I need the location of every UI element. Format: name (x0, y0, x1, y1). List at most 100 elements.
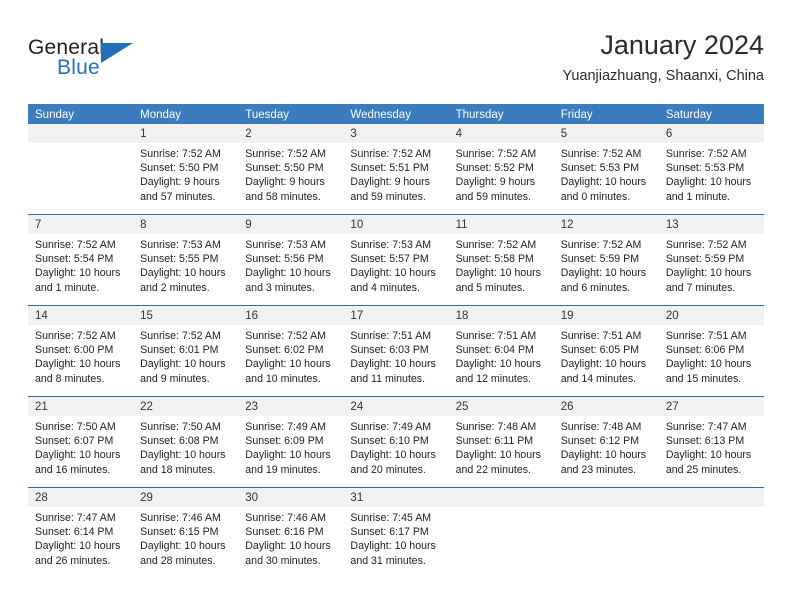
daylight-text-line1: Daylight: 10 hours (140, 540, 226, 553)
day-cell[interactable]: 22 Sunrise: 7:50 AM Sunset: 6:08 PM Dayl… (133, 397, 239, 487)
calendar-grid: Sunday Monday Tuesday Wednesday Thursday… (28, 104, 764, 578)
day-cell[interactable]: 3 Sunrise: 7:52 AM Sunset: 5:51 PM Dayli… (343, 124, 449, 214)
day-details: Sunrise: 7:50 AM Sunset: 6:08 PM Dayligh… (133, 416, 238, 477)
day-details: Sunrise: 7:52 AM Sunset: 6:00 PM Dayligh… (28, 325, 133, 386)
sunrise-text: Sunrise: 7:51 AM (560, 330, 642, 342)
triangle-icon (101, 43, 133, 63)
day-number: 13 (665, 219, 679, 231)
day-cell[interactable]: 17 Sunrise: 7:51 AM Sunset: 6:03 PM Dayl… (343, 306, 449, 396)
day-number-band: 30 (238, 488, 344, 507)
day-cell[interactable]: 25 Sunrise: 7:48 AM Sunset: 6:11 PM Dayl… (448, 397, 554, 487)
day-cell[interactable]: 20 Sunrise: 7:51 AM Sunset: 6:06 PM Dayl… (658, 306, 764, 396)
day-cell[interactable] (553, 488, 659, 578)
day-cell[interactable] (658, 488, 764, 578)
day-cell[interactable]: 29 Sunrise: 7:46 AM Sunset: 6:15 PM Dayl… (133, 488, 239, 578)
page-header: General Blue January 2024 Yuanjiazhuang,… (28, 28, 764, 98)
day-cell[interactable]: 31 Sunrise: 7:45 AM Sunset: 6:17 PM Dayl… (343, 488, 449, 578)
day-cell[interactable] (448, 488, 554, 578)
day-number: 26 (560, 401, 574, 413)
day-number-band: 9 (238, 215, 344, 234)
sunset-text: Sunset: 6:14 PM (35, 526, 114, 539)
daylight-text-line1: Daylight: 10 hours (665, 176, 752, 189)
day-number: 2 (245, 128, 252, 140)
sunrise-text: Sunrise: 7:52 AM (245, 148, 326, 160)
daylight-text-line1: Daylight: 10 hours (665, 358, 752, 371)
day-details: Sunrise: 7:47 AM Sunset: 6:14 PM Dayligh… (28, 507, 133, 568)
weekday-header-sunday: Sunday (35, 109, 75, 121)
day-cell[interactable]: 11 Sunrise: 7:52 AM Sunset: 5:58 PM Dayl… (448, 215, 554, 305)
daylight-text-line1: Daylight: 10 hours (35, 540, 121, 553)
day-cell[interactable]: 21 Sunrise: 7:50 AM Sunset: 6:07 PM Dayl… (28, 397, 134, 487)
day-number-band (28, 124, 134, 143)
day-number-band (658, 488, 764, 507)
daylight-text-line1: Daylight: 10 hours (350, 267, 436, 280)
day-details: Sunrise: 7:48 AM Sunset: 6:11 PM Dayligh… (449, 416, 554, 477)
day-cell[interactable]: 30 Sunrise: 7:46 AM Sunset: 6:16 PM Dayl… (238, 488, 344, 578)
day-cell[interactable]: 14 Sunrise: 7:52 AM Sunset: 6:00 PM Dayl… (28, 306, 134, 396)
day-number: 29 (140, 492, 153, 504)
day-number: 12 (560, 219, 574, 231)
day-number-band: 11 (448, 215, 554, 234)
sunrise-text: Sunrise: 7:52 AM (665, 148, 747, 160)
day-cell[interactable]: 13 Sunrise: 7:52 AM Sunset: 5:59 PM Dayl… (658, 215, 764, 305)
day-cell[interactable]: 6 Sunrise: 7:52 AM Sunset: 5:53 PM Dayli… (658, 124, 764, 214)
daylight-text-line2: and 3 minutes. (245, 281, 315, 294)
day-cell[interactable]: 27 Sunrise: 7:47 AM Sunset: 6:13 PM Dayl… (658, 397, 764, 487)
daylight-text-line2: and 28 minutes. (140, 554, 216, 567)
title-block: January 2024 Yuanjiazhuang, Shaanxi, Chi… (562, 28, 764, 87)
day-cell[interactable]: 10 Sunrise: 7:53 AM Sunset: 5:57 PM Dayl… (343, 215, 449, 305)
sunset-text: Sunset: 5:53 PM (560, 162, 640, 175)
sunrise-text: Sunrise: 7:45 AM (350, 512, 432, 524)
day-number-band: 14 (28, 306, 134, 325)
daylight-text-line2: and 20 minutes. (350, 463, 426, 476)
day-cell[interactable]: 12 Sunrise: 7:52 AM Sunset: 5:59 PM Dayl… (553, 215, 659, 305)
day-cell[interactable]: 26 Sunrise: 7:48 AM Sunset: 6:12 PM Dayl… (553, 397, 659, 487)
day-cell[interactable]: 18 Sunrise: 7:51 AM Sunset: 6:04 PM Dayl… (448, 306, 554, 396)
day-cell[interactable]: 28 Sunrise: 7:47 AM Sunset: 6:14 PM Dayl… (28, 488, 134, 578)
daylight-text-line1: Daylight: 10 hours (350, 449, 436, 462)
page-title: January 2024 (600, 30, 764, 60)
day-cell[interactable]: 9 Sunrise: 7:53 AM Sunset: 5:56 PM Dayli… (238, 215, 344, 305)
day-number-band: 22 (133, 397, 239, 416)
daylight-text-line1: Daylight: 10 hours (560, 358, 647, 371)
daylight-text-line2: and 10 minutes. (245, 372, 321, 385)
general-blue-logo[interactable]: General Blue (28, 36, 228, 92)
day-details: Sunrise: 7:52 AM Sunset: 5:59 PM Dayligh… (554, 234, 659, 295)
day-details: Sunrise: 7:51 AM Sunset: 6:06 PM Dayligh… (659, 325, 764, 386)
daylight-text-line2: and 2 minutes. (140, 281, 210, 294)
daylight-text-line1: Daylight: 10 hours (665, 267, 752, 280)
daylight-text-line2: and 12 minutes. (455, 372, 531, 385)
day-number: 9 (245, 219, 252, 231)
day-number: 24 (350, 401, 364, 413)
day-number: 4 (455, 128, 462, 140)
day-number-band: 26 (553, 397, 659, 416)
day-number: 31 (350, 492, 364, 504)
day-details: Sunrise: 7:46 AM Sunset: 6:15 PM Dayligh… (133, 507, 238, 568)
day-cell[interactable]: 24 Sunrise: 7:49 AM Sunset: 6:10 PM Dayl… (343, 397, 449, 487)
daylight-text-line2: and 6 minutes. (560, 281, 631, 294)
daylight-text-line1: Daylight: 10 hours (455, 267, 541, 280)
sunset-text: Sunset: 6:06 PM (665, 344, 745, 357)
day-number: 22 (140, 401, 153, 413)
daylight-text-line2: and 19 minutes. (245, 463, 321, 476)
day-cell[interactable]: 8 Sunrise: 7:53 AM Sunset: 5:55 PM Dayli… (133, 215, 239, 305)
day-cell[interactable]: 1 Sunrise: 7:52 AM Sunset: 5:50 PM Dayli… (133, 124, 239, 214)
day-cell[interactable]: 19 Sunrise: 7:51 AM Sunset: 6:05 PM Dayl… (553, 306, 659, 396)
day-number: 23 (245, 401, 259, 413)
daylight-text-line2: and 15 minutes. (665, 372, 742, 385)
day-number-band: 2 (238, 124, 344, 143)
day-cell[interactable]: 2 Sunrise: 7:52 AM Sunset: 5:50 PM Dayli… (238, 124, 344, 214)
day-cell[interactable]: 4 Sunrise: 7:52 AM Sunset: 5:52 PM Dayli… (448, 124, 554, 214)
day-cell[interactable]: 16 Sunrise: 7:52 AM Sunset: 6:02 PM Dayl… (238, 306, 344, 396)
day-number: 18 (455, 310, 469, 322)
sunrise-text: Sunrise: 7:52 AM (35, 239, 116, 251)
week-row: 7 Sunrise: 7:52 AM Sunset: 5:54 PM Dayli… (28, 214, 764, 305)
day-cell[interactable]: 7 Sunrise: 7:52 AM Sunset: 5:54 PM Dayli… (28, 215, 134, 305)
sunset-text: Sunset: 6:13 PM (665, 435, 745, 448)
day-number-band: 16 (238, 306, 344, 325)
day-cell[interactable] (28, 124, 134, 214)
day-cell[interactable]: 15 Sunrise: 7:52 AM Sunset: 6:01 PM Dayl… (133, 306, 239, 396)
day-cell[interactable]: 5 Sunrise: 7:52 AM Sunset: 5:53 PM Dayli… (553, 124, 659, 214)
day-cell[interactable]: 23 Sunrise: 7:49 AM Sunset: 6:09 PM Dayl… (238, 397, 344, 487)
sunset-text: Sunset: 6:15 PM (140, 526, 219, 539)
